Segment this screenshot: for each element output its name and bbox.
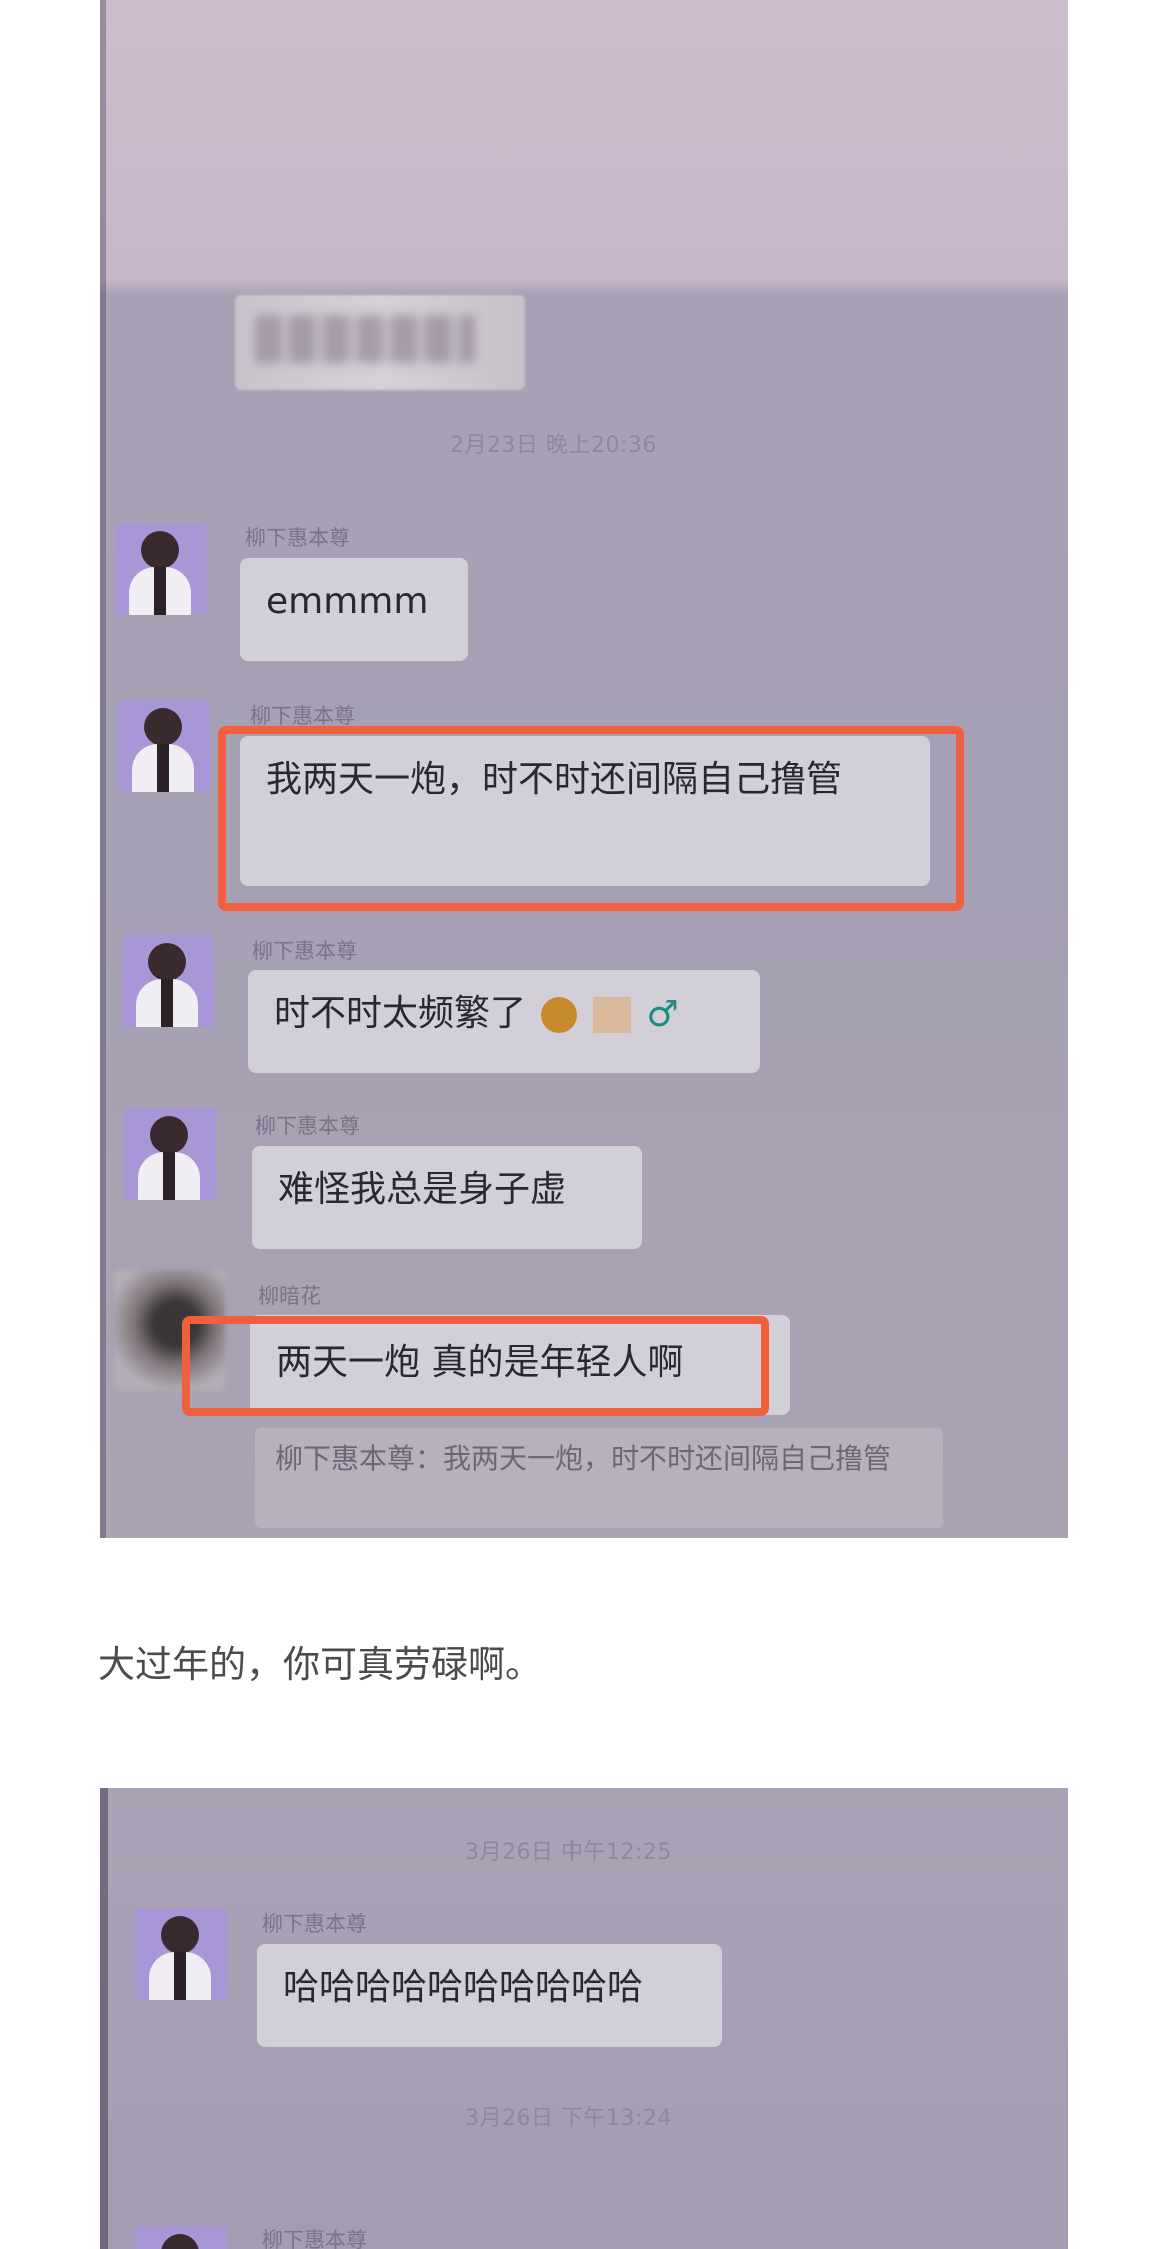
sender-name: 柳下惠本尊 xyxy=(255,1114,360,1138)
sender-name: 柳下惠本尊 xyxy=(245,526,350,550)
male-sign-emoji: ♂ xyxy=(646,994,679,1035)
chat-screenshot-photo: 2月23日 晚上20:36 柳下惠本尊 emmmm 柳下惠本尊 我两天一炮，时不… xyxy=(100,0,1068,1538)
blurred-chat-title xyxy=(235,295,525,390)
skin-tone-emoji xyxy=(592,997,631,1033)
quoted-message: 柳下惠本尊：我两天一炮，时不时还间隔自己撸管 xyxy=(255,1428,943,1528)
message-text: 哈哈哈哈哈哈哈哈哈哈 xyxy=(283,1967,644,2008)
message-text: 时不时太频繁了 xyxy=(274,993,527,1034)
highlight-box xyxy=(182,1316,769,1416)
message-bubble: emmmm xyxy=(240,558,468,661)
message-bubble: 难怪我总是身子虚 xyxy=(252,1146,642,1249)
highlight-box xyxy=(218,726,964,911)
avatar xyxy=(135,1908,227,2000)
person-gesturing-emoji xyxy=(541,997,578,1033)
avatar xyxy=(124,1108,216,1200)
photo-shadow-edge xyxy=(100,0,106,1538)
chat-screenshot-photo-2: 3月26日 中午12:25 柳下惠本尊 哈哈哈哈哈哈哈哈哈哈 3月26日 下午1… xyxy=(100,1788,1068,2249)
sender-name: 柳下惠本尊 xyxy=(262,1912,367,1936)
sender-name: 柳下惠本尊 xyxy=(262,2228,367,2249)
avatar xyxy=(122,935,214,1027)
avatar xyxy=(115,523,207,615)
message-bubble: 时不时太频繁了 ♂ xyxy=(248,970,760,1073)
chat-timestamp: 3月26日 下午13:24 xyxy=(465,2106,672,2131)
message-text: emmmm xyxy=(266,581,429,622)
message-text: 难怪我总是身子虚 xyxy=(278,1169,567,1210)
avatar xyxy=(118,700,210,792)
avatar xyxy=(135,2226,227,2249)
chat-timestamp: 3月26日 中午12:25 xyxy=(465,1840,672,1865)
photo-shadow-edge xyxy=(100,1788,108,2249)
article-caption: 大过年的，你可真劳碌啊。 xyxy=(98,1643,542,1686)
sender-name: 柳暗花 xyxy=(258,1284,321,1308)
chat-timestamp: 2月23日 晚上20:36 xyxy=(450,433,657,458)
sender-name: 柳下惠本尊 xyxy=(252,939,357,963)
message-bubble: 哈哈哈哈哈哈哈哈哈哈 xyxy=(257,1944,722,2047)
